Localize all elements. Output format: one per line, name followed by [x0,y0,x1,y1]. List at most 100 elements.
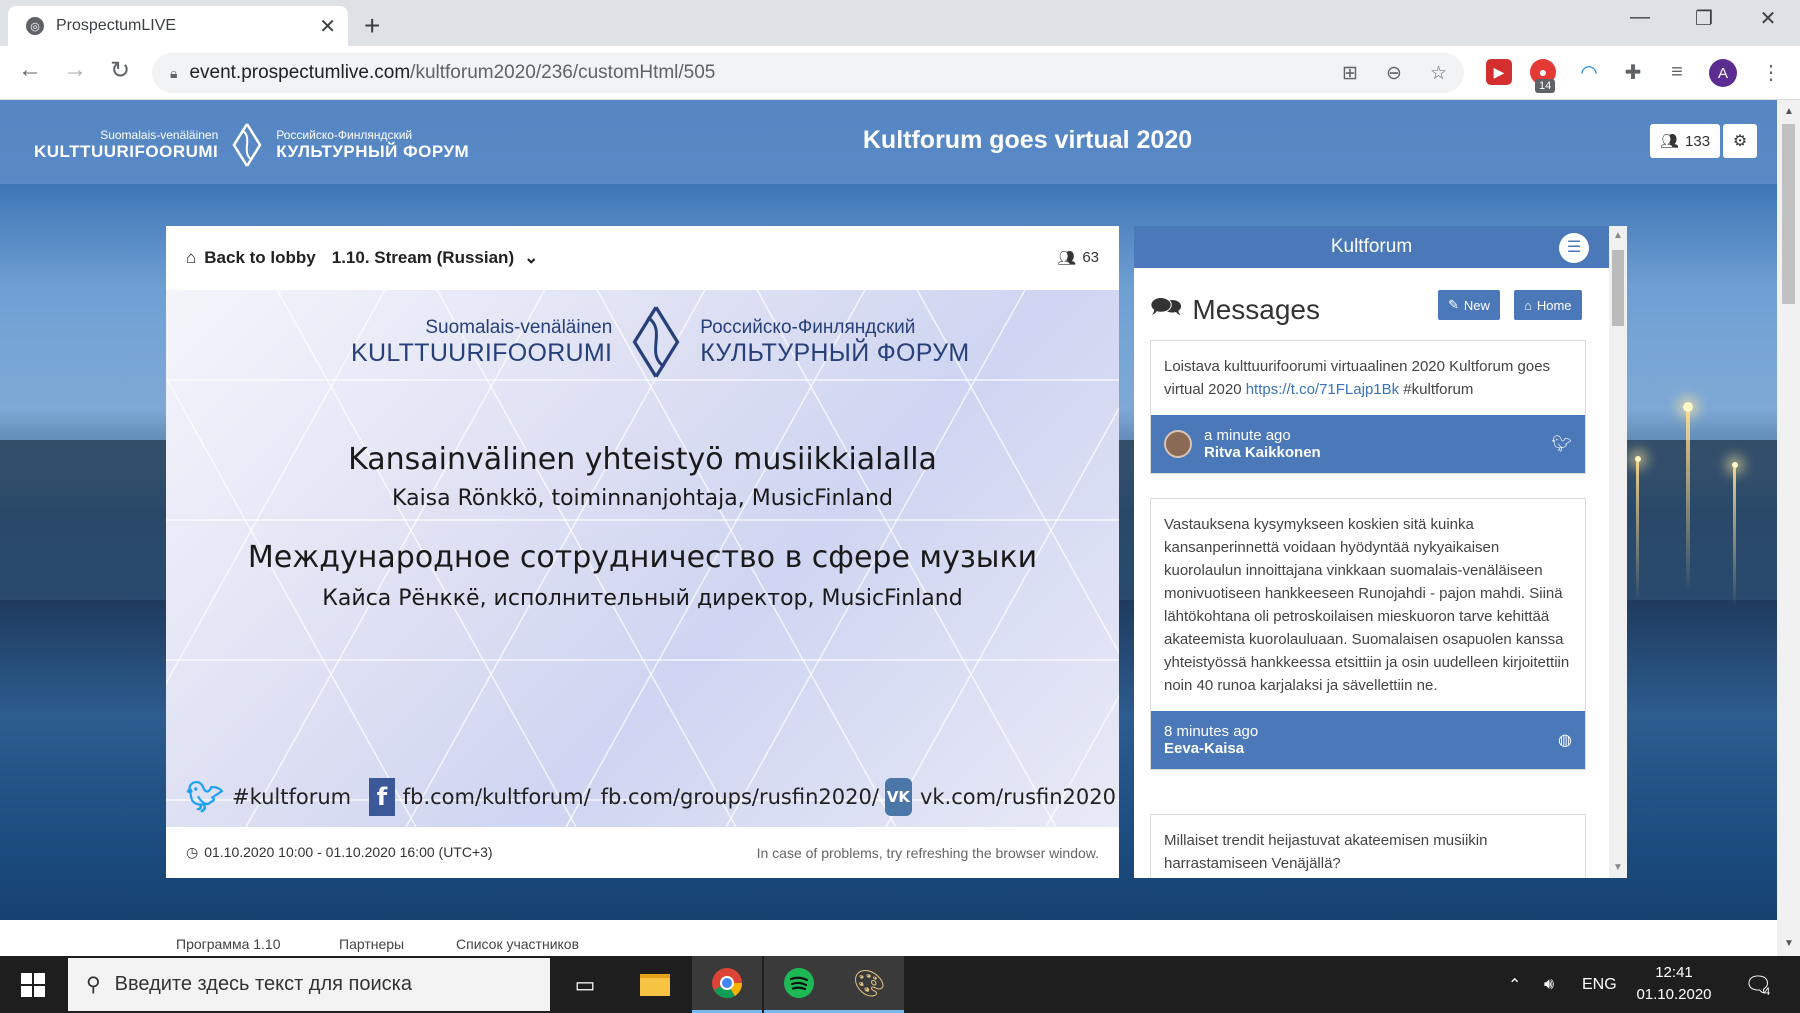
scroll-up-arrow-icon[interactable]: ▲ [1784,106,1794,117]
subnav-participants[interactable]: Список участников [456,936,579,952]
notifications-count: 4 [1763,985,1771,998]
message-card: Vastauksena kysymykseen koskien sitä kui… [1150,498,1586,770]
slide-logo-fi-big: KULTTUURIFOORUMI [351,338,613,367]
logo-fi-big: KULTTUURIFOORUMI [34,142,219,161]
slide-title-ru: Международное сотрудничество в сфере муз… [247,540,1038,575]
refresh-hint: In case of problems, try refreshing the … [756,844,1099,861]
stream-time-range: 01.10.2020 10:00 - 01.10.2020 16:00 (UTC… [204,844,493,860]
search-icon: ⚲ [86,974,101,996]
stream-selector[interactable]: 1.10. Stream (Russian) ⌄ [332,248,539,268]
clock-icon: ◷ [186,844,199,860]
video-player[interactable]: Suomalais-venäläinen KULTTUURIFOORUMI Ро… [166,290,1119,827]
new-label: New [1463,297,1490,313]
message-time: a minute ago [1204,427,1291,444]
menu-dots-icon[interactable]: ⋮ [1758,59,1784,85]
chat-scroll-thumb[interactable] [1612,250,1624,326]
message-card: Loistava kulttuurifoorumi virtuaalinen 2… [1150,340,1586,474]
page-scroll-thumb[interactable] [1782,124,1795,304]
slide-speaker-fi: Kaisa Rönkkö, toiminnanjohtaja, MusicFin… [392,486,893,511]
taskbar-search-placeholder: Введите здесь текст для поиска [114,973,412,995]
message-card: Millaiset trendit heijastuvat akateemise… [1150,814,1586,878]
bookmark-star-icon[interactable]: ☆ [1430,62,1447,85]
restore-button[interactable]: ❐ [1684,6,1724,31]
pencil-icon: ✎ [1448,297,1459,312]
settings-gear-icon[interactable]: ⚙ [1723,124,1757,158]
taskbar-search[interactable]: ⚲ Введите здесь текст для поиска [68,958,550,1011]
message-author[interactable]: Ritva Kaikkonen [1204,444,1321,461]
forum-logo[interactable]: Suomalais-venäläinen KULTTUURIFOORUMI Ро… [34,122,469,168]
task-view-icon[interactable]: ▭ [550,956,620,1013]
clock-time: 12:41 [1655,964,1693,981]
address-bar[interactable]: 🔒︎ event.prospectumlive.com/kultforum202… [152,53,1464,93]
file-explorer-icon[interactable] [620,956,690,1013]
stream-panel: ⌂ Back to lobby 1.10. Stream (Russian) ⌄… [166,226,1119,878]
scroll-down-arrow-icon[interactable]: ▼ [1784,938,1794,949]
avatar [1164,430,1192,458]
volume-icon[interactable]: 🔊︎ [1544,956,1554,1013]
extensions-puzzle-icon[interactable]: ✚ [1620,59,1646,85]
windows-start-button[interactable] [0,956,66,1013]
slide-social-links: 🐦︎ #kultforum f fb.com/kultforum/ fb.com… [186,778,1116,816]
page-scrollbar[interactable]: ▲ ▼ [1777,100,1800,956]
tab-title: ProspectumLIVE [56,17,177,34]
taskbar-clock[interactable]: 12:41 01.10.2020 [1626,962,1722,1006]
slide-facebook-1: fb.com/kultforum/ [402,785,591,809]
twitter-icon[interactable]: 🐦︎ [1552,434,1572,454]
paint-icon[interactable]: 🎨︎ [834,956,904,1013]
back-arrow-icon[interactable]: ← [14,56,46,84]
message-link[interactable]: https://t.co/71FLajp1Bk [1246,381,1399,398]
notifications-icon[interactable]: 🗨︎ 4 [1744,956,1772,1013]
close-window-button[interactable]: ✕ [1748,6,1788,31]
chevron-down-icon: ⌄ [524,248,539,267]
globe-icon[interactable]: ◍ [1558,730,1572,750]
tray-chevron-icon[interactable]: ⌃ [1508,956,1521,1013]
slide-twitter-tag: #kultforum [232,785,352,809]
lock-icon: 🔒︎ [170,64,178,81]
twitter-icon: 🐦︎ [185,779,225,815]
extension-badge: 14 [1535,79,1556,93]
hamburger-menu-icon[interactable]: ☰ [1559,233,1589,263]
extension-video-icon[interactable]: ▶ [1486,59,1512,85]
slide-facebook-2: fb.com/groups/rusfin2020/ [600,785,879,809]
background-light-reflection [1636,462,1639,602]
close-tab-icon[interactable]: ✕ [319,14,336,39]
message-author[interactable]: Eeva-Kaisa [1164,740,1258,757]
reload-icon[interactable]: ↻ [104,56,136,85]
spotify-icon[interactable] [764,956,834,1013]
slide-logo-ru-small: Российско-Финляндский [700,316,916,338]
profile-avatar[interactable]: A [1709,59,1737,87]
subnav-program[interactable]: Программа 1.10 [176,936,281,952]
stream-header: ⌂ Back to lobby 1.10. Stream (Russian) ⌄… [166,226,1119,290]
background-light-reflection [1733,468,1736,608]
extension-vpn-icon[interactable]: ◠ [1576,59,1602,85]
message-text: Loistava kulttuurifoorumi virtuaalinen 2… [1151,341,1585,415]
slide-logo: Suomalais-venäläinen KULTTUURIFOORUMI Ро… [351,304,970,380]
new-message-button[interactable]: ✎ New [1438,290,1500,320]
minimize-button[interactable]: — [1620,6,1660,29]
scroll-down-arrow-icon[interactable]: ▼ [1613,862,1623,873]
viewer-count: 👥︎ 63 [1057,249,1099,267]
translate-icon[interactable]: ⊞ [1342,62,1358,85]
participants-button[interactable]: 👥︎ 133 [1650,124,1721,158]
messages-title: Messages [1192,294,1320,325]
new-tab-button[interactable]: + [364,10,380,42]
scroll-up-arrow-icon[interactable]: ▲ [1613,230,1623,241]
zoom-icon[interactable]: ⊖ [1386,62,1402,85]
subnav-partners[interactable]: Партнеры [339,936,404,952]
stream-selector-value: 1.10. Stream (Russian) [331,248,515,267]
forward-arrow-icon[interactable]: → [59,56,91,84]
chat-scrollbar[interactable]: ▲ ▼ [1609,226,1627,878]
language-indicator[interactable]: ENG [1582,956,1617,1013]
back-to-lobby-link[interactable]: ⌂ Back to lobby [186,248,316,268]
media-control-icon[interactable]: ≡ [1664,59,1690,85]
home-button[interactable]: ⌂ Home [1514,290,1582,320]
slide-title-fi: Kansainvälinen yhteistyö musiikkialalla [348,442,937,477]
chrome-icon[interactable] [692,956,762,1013]
tab-strip: ◎ ProspectumLIVE ✕ + — ❐ ✕ [0,0,1800,46]
browser-tab[interactable]: ◎ ProspectumLIVE ✕ [8,6,348,46]
message-meta: 8 minutes ago Eeva-Kaisa ◍ [1151,711,1585,769]
event-page: Suomalais-venäläinen KULTTUURIFOORUMI Ро… [0,100,1777,956]
slide-logo-ru-big: КУЛЬТУРНЫЙ ФОРУМ [700,338,970,367]
event-header: Suomalais-venäläinen KULTTUURIFOORUMI Ро… [0,100,1777,184]
message-tail: #kultforum [1399,381,1474,398]
